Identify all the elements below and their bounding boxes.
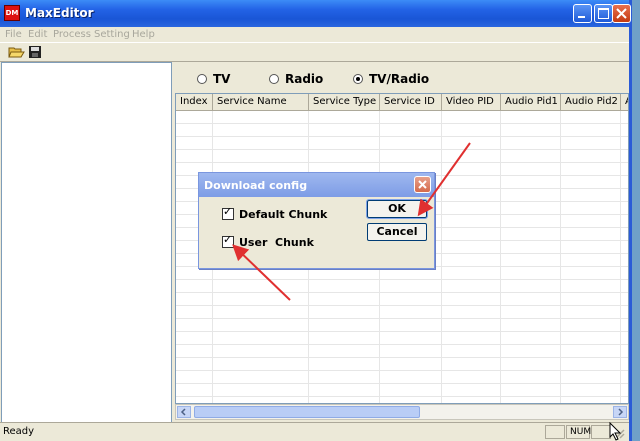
mouse-cursor-icon <box>609 422 622 441</box>
column-divider <box>441 111 442 403</box>
download-config-dialog: Download config Default Chunk User Chunk… <box>198 172 435 269</box>
column-header-audio-pid2[interactable]: Audio Pid2 <box>561 94 621 110</box>
user-chunk-check-indicator <box>222 233 234 248</box>
menu-edit[interactable]: Edit <box>28 27 47 42</box>
save-disk-icon <box>29 46 41 58</box>
dialog-title: Download config <box>204 179 308 192</box>
user-chunk-checkbox[interactable]: User Chunk <box>222 233 314 249</box>
column-header-service-name[interactable]: Service Name <box>213 94 309 110</box>
radio-tv-indicator <box>197 73 207 84</box>
status-text: Ready <box>3 426 35 437</box>
arrow-left-icon <box>180 408 186 416</box>
status-panel-blank-2 <box>591 425 611 439</box>
menu-setting[interactable]: Setting <box>94 27 130 42</box>
minimize-icon <box>578 16 585 18</box>
table-header: Index Service Name Service Type Service … <box>176 94 628 111</box>
horizontal-scrollbar[interactable] <box>175 404 629 420</box>
column-header-audio-pid1[interactable]: Audio Pid1 <box>501 94 561 110</box>
radio-tv-radio[interactable]: TV/Radio <box>353 72 429 86</box>
maximize-button[interactable] <box>594 4 613 23</box>
save-button[interactable] <box>27 44 44 60</box>
menu-file[interactable]: File <box>5 27 22 42</box>
default-chunk-checkbox[interactable]: Default Chunk <box>222 205 327 221</box>
default-chunk-check-indicator <box>222 205 234 220</box>
app-icon: DM <box>4 5 20 21</box>
column-header-service-type[interactable]: Service Type <box>309 94 380 110</box>
menu-help[interactable]: Help <box>132 27 155 42</box>
menu-process[interactable]: Process <box>53 27 91 42</box>
status-panel-blank <box>545 425 565 439</box>
scroll-right-button[interactable] <box>613 406 627 418</box>
radio-tv[interactable]: TV <box>197 72 230 86</box>
close-button[interactable] <box>612 4 631 23</box>
main-window: DM MaxEditor File Edit Process Setting H… <box>0 0 632 441</box>
arrow-right-icon <box>618 408 624 416</box>
column-header-video-pid[interactable]: Video PID <box>442 94 501 110</box>
status-bar: Ready NUM <box>0 422 629 441</box>
dialog-close-button[interactable] <box>414 176 431 193</box>
radio-radio[interactable]: Radio <box>269 72 323 86</box>
tree-pane[interactable] <box>1 62 172 423</box>
close-icon <box>616 8 627 19</box>
menu-bar: File Edit Process Setting Help <box>0 27 629 42</box>
close-icon <box>418 180 427 189</box>
radio-radio-indicator <box>269 73 279 84</box>
minimize-button[interactable] <box>573 4 592 23</box>
title-bar[interactable]: DM MaxEditor <box>0 0 631 27</box>
column-divider <box>560 111 561 403</box>
radio-tv-radio-indicator <box>353 73 363 84</box>
num-lock-indicator: NUM <box>566 425 591 439</box>
maximize-icon <box>598 8 609 19</box>
column-header-a[interactable]: A <box>621 94 628 110</box>
scroll-thumb[interactable] <box>194 406 420 418</box>
dialog-title-bar[interactable]: Download config <box>199 173 434 197</box>
window-title: MaxEditor <box>25 6 94 20</box>
column-divider <box>500 111 501 403</box>
column-header-service-id[interactable]: Service ID <box>380 94 442 110</box>
open-folder-icon <box>8 47 25 58</box>
scroll-left-button[interactable] <box>177 406 191 418</box>
mode-selector: TV Radio TV/Radio <box>175 66 629 92</box>
cancel-button[interactable]: Cancel <box>367 223 427 241</box>
column-divider <box>620 111 621 403</box>
column-header-index[interactable]: Index <box>176 94 213 110</box>
open-button[interactable] <box>8 44 25 60</box>
ok-button[interactable]: OK <box>366 199 428 219</box>
toolbar <box>0 42 629 62</box>
